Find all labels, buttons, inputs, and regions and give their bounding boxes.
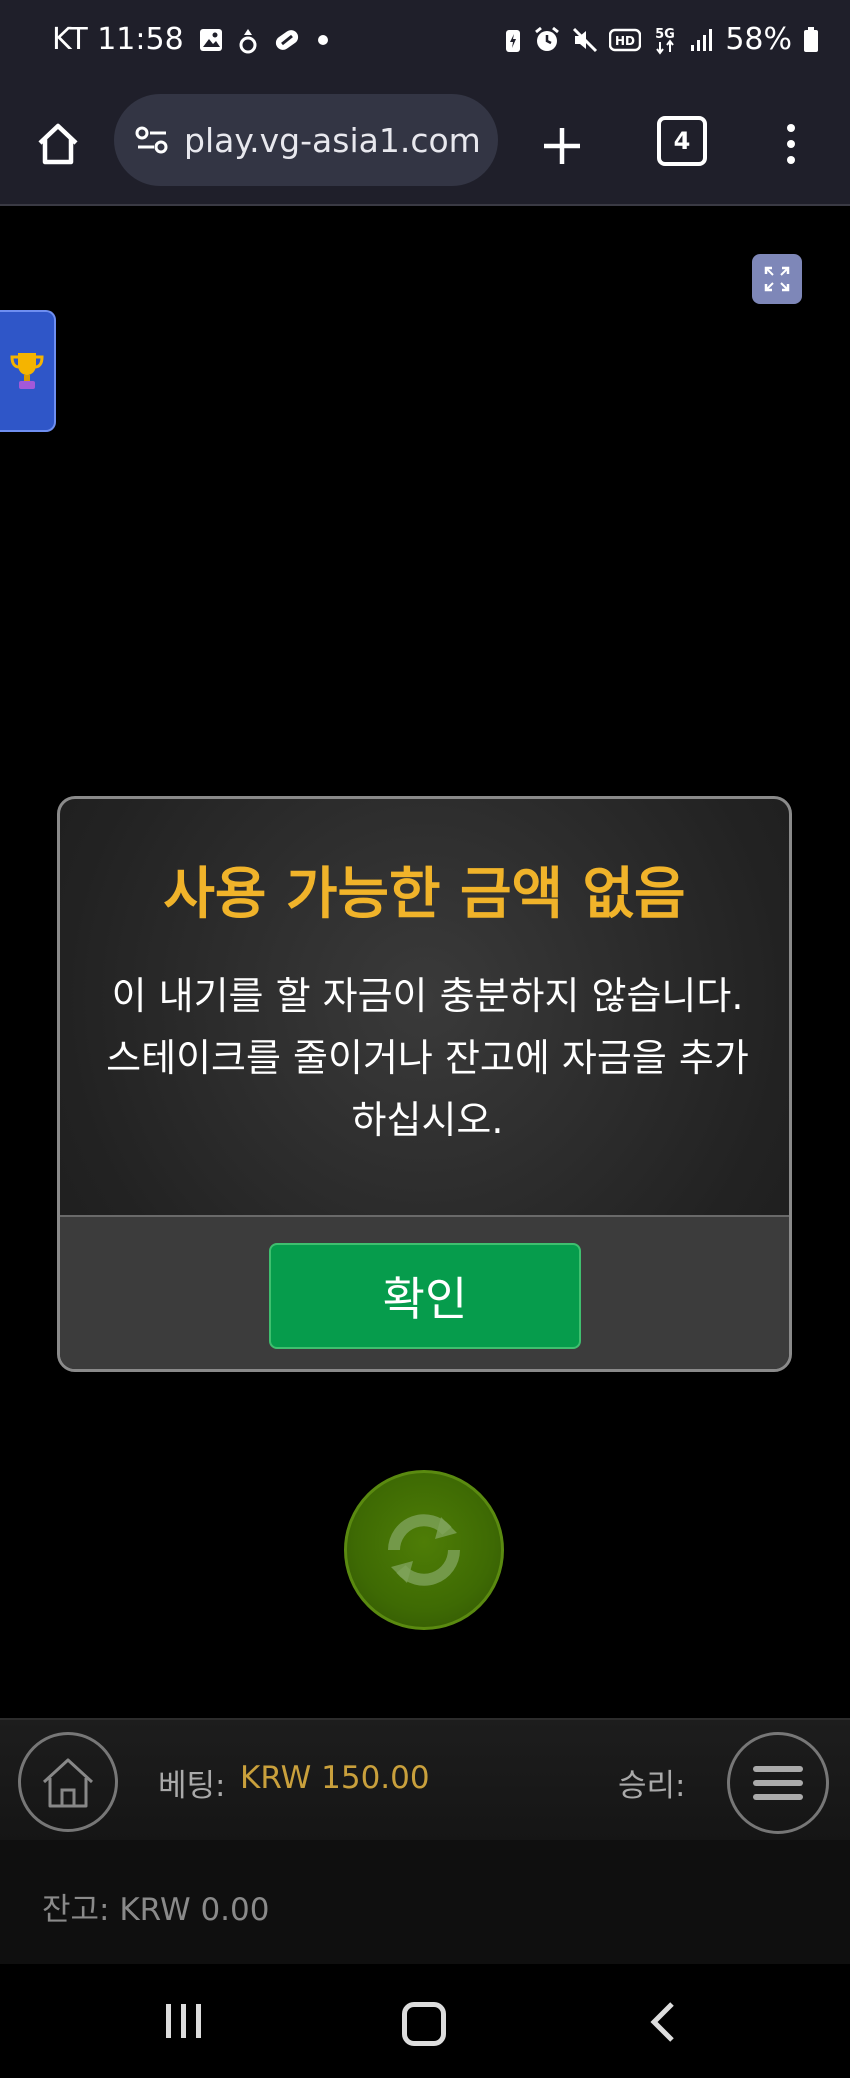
status-bar: KT 11:58 HD 5G 58% — [0, 0, 850, 92]
fullscreen-button[interactable] — [752, 254, 802, 304]
more-vert-icon — [787, 124, 795, 132]
win-label: 승리: — [618, 1768, 686, 1804]
image-icon — [198, 27, 224, 53]
recents-button[interactable] — [166, 2004, 201, 2038]
5g-icon: 5G — [651, 24, 679, 56]
carrier-time: KT 11:58 — [52, 22, 184, 57]
link-icon — [272, 27, 302, 53]
tab-switcher-button[interactable]: 4 — [657, 116, 707, 166]
trophy-icon — [10, 353, 44, 389]
signal-icon — [689, 27, 715, 53]
plus-icon — [544, 128, 580, 164]
browser-home-button[interactable] — [28, 114, 88, 174]
fullscreen-icon — [764, 266, 790, 292]
url-text: play.vg-asia1.com — [184, 120, 481, 160]
trophy-side-tab[interactable] — [0, 310, 56, 432]
hamburger-icon — [753, 1766, 803, 1772]
dialog-footer: 확인 — [60, 1215, 789, 1369]
mute-icon — [571, 26, 599, 54]
back-icon — [650, 2002, 674, 2042]
bet-label: 베팅: — [158, 1768, 226, 1804]
confirm-button[interactable]: 확인 — [269, 1243, 581, 1349]
home-icon — [42, 1758, 94, 1808]
bet-value: KRW 150.00 — [240, 1760, 430, 1796]
svg-text:5G: 5G — [655, 27, 675, 42]
address-bar[interactable]: play.vg-asia1.com — [114, 94, 498, 186]
browser-toolbar: play.vg-asia1.com 4 — [0, 92, 850, 206]
hd-icon: HD — [609, 28, 642, 52]
status-left: KT 11:58 — [52, 22, 330, 57]
system-nav-bar — [0, 1964, 850, 2078]
dot-icon — [316, 33, 330, 47]
game-menu-button[interactable] — [727, 1732, 829, 1834]
battery-icon — [802, 26, 820, 54]
battery-percent: 58% — [725, 22, 792, 57]
notification-icon — [238, 26, 258, 54]
dialog-title: 사용 가능한 금액 없음 — [163, 862, 686, 927]
svg-text:HD: HD — [615, 34, 635, 48]
game-home-button[interactable] — [18, 1732, 118, 1832]
status-right: HD 5G 58% — [503, 22, 820, 57]
system-home-button[interactable] — [402, 2002, 446, 2046]
battery-saver-icon — [503, 26, 523, 54]
home-icon — [38, 123, 78, 165]
browser-menu-button[interactable] — [776, 112, 806, 176]
insufficient-funds-dialog: 사용 가능한 금액 없음 이 내기를 할 자금이 충분하지 않습니다. 스테이크… — [57, 796, 792, 1372]
dialog-message: 이 내기를 할 자금이 충분하지 않습니다. 스테이크를 줄이거나 잔고에 자금… — [106, 974, 749, 1142]
balance-bar: 잔고: KRW 0.00 — [0, 1840, 850, 1964]
recents-icon — [166, 2004, 171, 2038]
spin-button[interactable] — [344, 1470, 504, 1630]
refresh-icon — [388, 1514, 460, 1586]
new-tab-button[interactable] — [530, 114, 594, 178]
bet-bar: 베팅: KRW 150.00 승리: — [0, 1718, 850, 1842]
site-settings-icon[interactable] — [134, 125, 170, 155]
alarm-icon — [533, 26, 561, 54]
balance-text: 잔고: KRW 0.00 — [42, 1892, 270, 1928]
back-button[interactable] — [648, 2000, 678, 2048]
